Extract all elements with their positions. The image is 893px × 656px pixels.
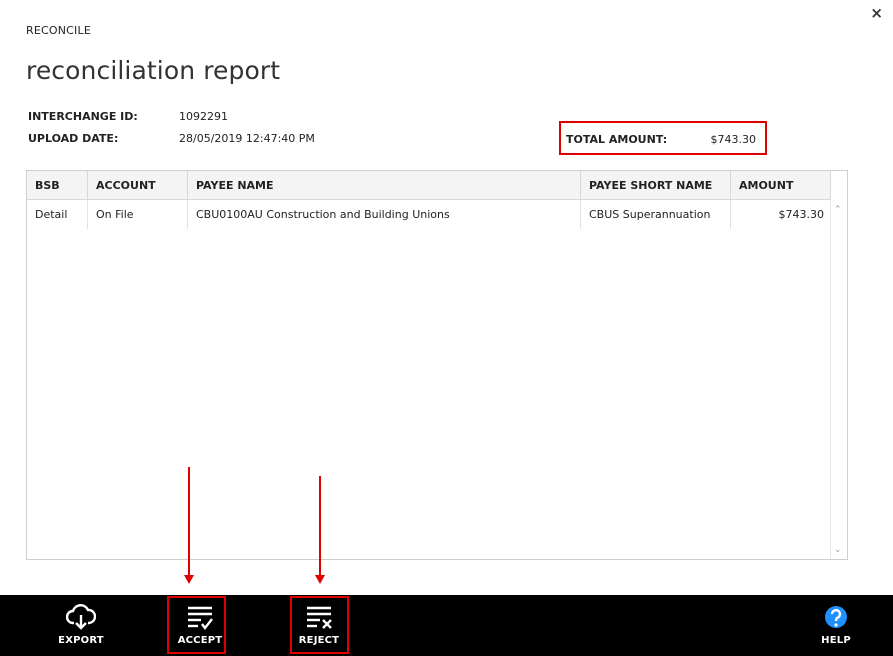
close-button[interactable]: × [870, 5, 883, 21]
interchange-id-value: 1092291 [179, 110, 228, 123]
column-header-payee-short-name[interactable]: PAYEE SHORT NAME [581, 171, 731, 200]
help-circle-icon [825, 606, 847, 628]
annotation-arrow-accept [184, 467, 194, 584]
cell-bsb: Detail [27, 200, 88, 229]
column-header-amount[interactable]: AMOUNT [731, 171, 831, 200]
upload-date-value: 28/05/2019 12:47:40 PM [179, 132, 315, 145]
cell-amount: $743.30 [731, 200, 831, 229]
grid-header: BSB ACCOUNT PAYEE NAME PAYEE SHORT NAME … [27, 171, 831, 200]
reconciliation-grid: BSB ACCOUNT PAYEE NAME PAYEE SHORT NAME … [26, 170, 848, 560]
total-amount-highlight: TOTAL AMOUNT: $743.30 [559, 121, 767, 155]
scroll-up-icon[interactable]: ⌃ [834, 205, 842, 215]
export-button[interactable]: EXPORT [51, 595, 111, 656]
action-bar: EXPORT ACCEPT REJECT HELP [0, 595, 893, 656]
upload-date-label: UPLOAD DATE: [28, 132, 119, 145]
scroll-down-icon[interactable]: ⌄ [834, 545, 842, 555]
export-label: EXPORT [58, 635, 104, 646]
cell-account: On File [88, 200, 188, 229]
annotation-arrow-reject [315, 476, 325, 584]
help-label: HELP [821, 635, 851, 646]
accept-highlight [167, 596, 226, 654]
vertical-scrollbar[interactable]: ⌃ ⌄ [830, 200, 847, 559]
column-header-bsb[interactable]: BSB [27, 171, 88, 200]
column-header-payee-name[interactable]: PAYEE NAME [188, 171, 581, 200]
cell-payee-short-name: CBUS Superannuation [581, 200, 731, 229]
reject-highlight [290, 596, 349, 654]
total-amount-value: $743.30 [710, 133, 757, 146]
column-header-account[interactable]: ACCOUNT [88, 171, 188, 200]
interchange-id-label: INTERCHANGE ID: [28, 110, 138, 123]
cloud-download-icon [66, 604, 96, 630]
table-row[interactable]: Detail On File CBU0100AU Construction an… [27, 200, 831, 229]
help-button[interactable]: HELP [806, 595, 866, 656]
total-amount-label: TOTAL AMOUNT: [566, 133, 668, 146]
breadcrumb: RECONCILE [26, 24, 91, 37]
cell-payee-name: CBU0100AU Construction and Building Unio… [188, 200, 581, 229]
page-title: reconciliation report [26, 56, 281, 85]
